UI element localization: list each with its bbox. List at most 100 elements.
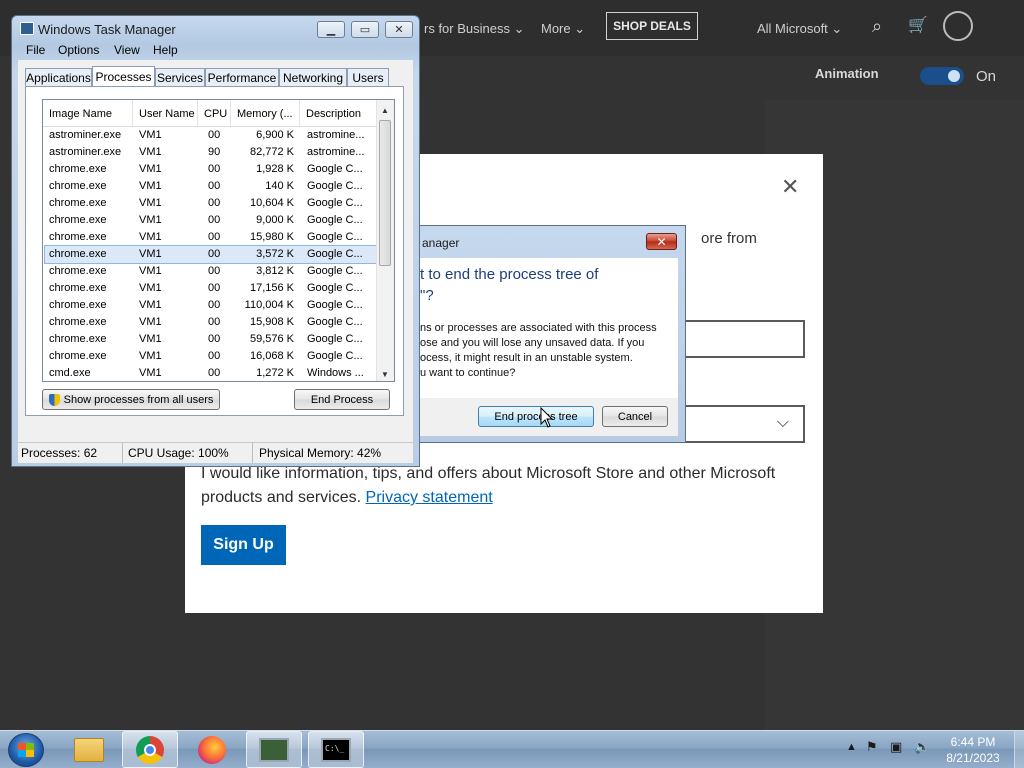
sign-up-button[interactable]: Sign Up: [201, 525, 286, 565]
privacy-statement-link[interactable]: Privacy statement: [366, 489, 493, 506]
table-row[interactable]: cmd.exe VM1 00 1,272 K Windows ...: [45, 365, 376, 381]
task-manager-client: Applications Processes Services Performa…: [18, 60, 413, 454]
windows-logo-lower: [18, 750, 34, 757]
cancel-button[interactable]: Cancel: [602, 406, 668, 427]
animation-toggle[interactable]: [920, 67, 964, 85]
minimize-button[interactable]: ▁: [317, 21, 345, 38]
task-manager-window: Windows Task Manager ▁ ▭ ✕ File Options …: [11, 15, 420, 467]
cell-name: chrome.exe: [49, 214, 107, 226]
dialog-body: t to end the process tree of "? ns or pr…: [420, 258, 678, 398]
taskbar-task-manager[interactable]: [246, 731, 302, 768]
tab-performance[interactable]: Performance: [205, 68, 279, 86]
table-row[interactable]: chrome.exe VM1 00 140 K Google C...: [45, 178, 376, 195]
taskbar-cmd[interactable]: C:\_: [308, 731, 364, 768]
table-row[interactable]: astrominer.exe VM1 00 6,900 K astromine...: [45, 127, 376, 144]
cell-mem: 6,900 K: [256, 129, 294, 141]
account-icon[interactable]: [943, 11, 973, 41]
clock-date: 8/21/2023: [946, 751, 1000, 765]
table-row[interactable]: chrome.exe VM1 00 3,812 K Google C...: [45, 263, 376, 280]
dialog-text-fragment: ore from: [701, 230, 757, 247]
clock-time: 6:44 PM: [950, 735, 996, 749]
cell-name: chrome.exe: [49, 248, 107, 260]
search-icon[interactable]: ⌕: [872, 16, 882, 37]
shop-deals-button[interactable]: SHOP DEALS: [606, 12, 698, 40]
cell-user: VM1: [139, 265, 162, 277]
volume-muted-icon[interactable]: 🔈: [914, 739, 930, 755]
animation-state: On: [976, 68, 997, 85]
dialog-close-button[interactable]: ✕: [646, 233, 677, 250]
tab-processes[interactable]: Processes: [92, 66, 155, 87]
column-cpu[interactable]: CPU: [198, 100, 231, 126]
table-row[interactable]: chrome.exe VM1 00 15,980 K Google C...: [45, 229, 376, 246]
scroll-down-icon[interactable]: ▼: [381, 370, 389, 379]
table-row[interactable]: chrome.exe VM1 00 59,576 K Google C...: [45, 331, 376, 348]
cell-user: VM1: [139, 333, 162, 345]
column-description[interactable]: Description: [300, 100, 378, 126]
cart-icon[interactable]: 🛒: [908, 15, 928, 35]
table-row[interactable]: chrome.exe VM1 00 3,572 K Google C...: [44, 245, 377, 264]
start-button[interactable]: [8, 733, 44, 767]
cell-cpu: 00: [208, 350, 221, 362]
close-button[interactable]: ✕: [385, 21, 413, 38]
cell-mem: 1,272 K: [256, 367, 294, 379]
status-memory: Physical Memory: 42%: [259, 446, 382, 460]
vertical-scrollbar[interactable]: ▲ ▼: [376, 100, 394, 381]
menu-view[interactable]: View: [114, 43, 140, 57]
scroll-thumb[interactable]: [379, 120, 391, 266]
table-row[interactable]: chrome.exe VM1 00 16,068 K Google C...: [45, 348, 376, 365]
status-divider: [122, 443, 123, 463]
show-desktop-button[interactable]: [1014, 731, 1024, 768]
cell-desc: Google C...: [307, 231, 363, 243]
dialog-title: anager: [422, 236, 460, 250]
cell-desc: Google C...: [307, 333, 363, 345]
system-clock[interactable]: 6:44 PM 8/21/2023: [938, 734, 1008, 766]
cell-user: VM1: [139, 146, 162, 158]
taskbar-explorer[interactable]: [61, 731, 117, 768]
all-microsoft-menu[interactable]: All Microsoft ⌄: [757, 21, 842, 37]
tab-applications[interactable]: Applications: [25, 68, 92, 86]
table-row[interactable]: chrome.exe VM1 00 110,004 K Google C...: [45, 297, 376, 314]
cell-user: VM1: [139, 129, 162, 141]
marketing-consent-text: I would like information, tips, and offe…: [201, 465, 776, 506]
tab-users[interactable]: Users: [347, 68, 389, 86]
table-row[interactable]: chrome.exe VM1 00 10,604 K Google C...: [45, 195, 376, 212]
column-user-name[interactable]: User Name: [133, 100, 198, 126]
end-process-tree-button[interactable]: End process tree: [478, 406, 594, 427]
maximize-button[interactable]: ▭: [351, 21, 379, 38]
table-row[interactable]: chrome.exe VM1 00 17,156 K Google C...: [45, 280, 376, 297]
cell-desc: Google C...: [307, 265, 363, 277]
cell-name: cmd.exe: [49, 367, 91, 379]
task-manager-icon: [259, 737, 289, 762]
cell-mem: 3,572 K: [256, 248, 294, 260]
nav-business[interactable]: rs for Business ⌄: [424, 21, 525, 37]
taskbar-chrome[interactable]: [122, 731, 178, 768]
network-icon[interactable]: ▣: [890, 739, 902, 755]
tab-services[interactable]: Services: [155, 68, 205, 86]
table-row[interactable]: chrome.exe VM1 00 15,908 K Google C...: [45, 314, 376, 331]
show-hidden-icons[interactable]: ▲: [846, 741, 857, 753]
process-list[interactable]: ▲ Image Name User Name CPU Memory (... De…: [42, 99, 395, 382]
end-process-button[interactable]: End Process: [294, 389, 390, 410]
cell-name: chrome.exe: [49, 163, 107, 175]
cell-cpu: 00: [208, 214, 221, 226]
scroll-up-icon[interactable]: ▲: [381, 106, 389, 115]
column-memory[interactable]: Memory (...: [231, 100, 300, 126]
table-row[interactable]: astrominer.exe VM1 90 82,772 K astromine...: [45, 144, 376, 161]
menu-help[interactable]: Help: [153, 43, 178, 57]
tab-networking[interactable]: Networking: [279, 68, 347, 86]
cell-mem: 82,772 K: [249, 146, 294, 158]
cell-desc: Google C...: [307, 350, 363, 362]
taskbar-firefox[interactable]: [184, 731, 240, 768]
action-center-icon[interactable]: ⚑: [866, 739, 878, 755]
show-all-processes-button[interactable]: Show processes from all users: [42, 389, 220, 410]
table-row[interactable]: chrome.exe VM1 00 9,000 K Google C...: [45, 212, 376, 229]
menu-file[interactable]: File: [26, 43, 45, 57]
nav-more[interactable]: More ⌄: [541, 21, 585, 37]
close-icon[interactable]: ✕: [781, 174, 799, 200]
cell-cpu: 00: [208, 299, 221, 311]
column-image-name[interactable]: ▲ Image Name: [43, 100, 133, 126]
table-row[interactable]: chrome.exe VM1 00 1,928 K Google C...: [45, 161, 376, 178]
menu-options[interactable]: Options: [58, 43, 99, 57]
uac-shield-icon: [48, 393, 60, 406]
cell-mem: 15,908 K: [249, 316, 294, 328]
